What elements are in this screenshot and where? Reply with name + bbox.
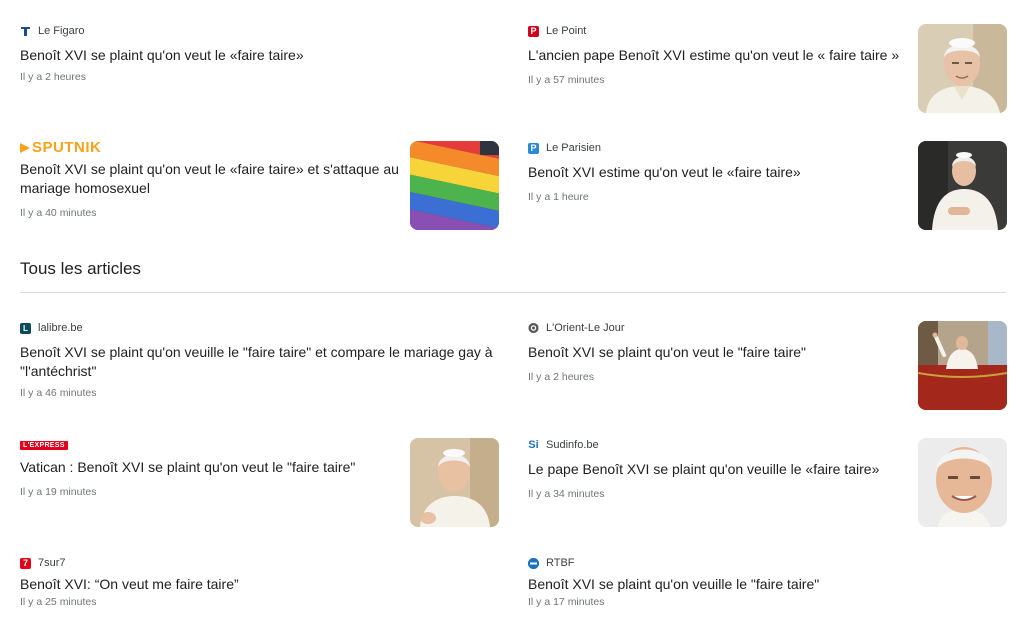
headline-link[interactable]: Benoît XVI se plaint qu'on veut le «fair… — [20, 160, 400, 198]
source-row: L lalibre.be — [20, 321, 500, 335]
source-row: Si Sudinfo.be — [528, 438, 908, 452]
headline-link[interactable]: Benoît XVI estime qu'on veut le «faire t… — [528, 163, 908, 182]
lalibre-logo-icon: L — [20, 322, 31, 334]
timestamp: Il y a 57 minutes — [528, 74, 605, 86]
headline-link[interactable]: Le pape Benoît XVI se plaint qu'on veuil… — [528, 460, 908, 479]
article-lalibre[interactable]: L lalibre.be Benoît XVI se plaint qu'on … — [20, 321, 500, 399]
headline-link[interactable]: Benoît XVI se plaint qu'on veuille le "f… — [20, 343, 500, 381]
timestamp: Il y a 25 minutes — [20, 596, 97, 608]
source-name: Le Figaro — [38, 25, 85, 37]
timestamp: Il y a 19 minutes — [20, 486, 97, 498]
source-name: Sudinfo.be — [546, 439, 599, 451]
article-sputnik[interactable]: SPUTNIK Benoît XVI se plaint qu'on veut … — [20, 139, 400, 219]
source-name: RTBF — [546, 557, 575, 569]
article-rtbf[interactable]: RTBF Benoît XVI se plaint qu'on veuille … — [528, 556, 1008, 608]
source-name: 7sur7 — [38, 557, 66, 569]
source-name: SPUTNIK — [32, 139, 102, 156]
source-name: L'Orient-Le Jour — [546, 322, 625, 334]
rainbow-flag-thumbnail[interactable] — [410, 141, 499, 230]
source-row: L'Orient-Le Jour — [528, 321, 908, 335]
source-row: Le Figaro — [20, 24, 490, 38]
headline-link[interactable]: L'ancien pape Benoît XVI estime qu'on ve… — [528, 46, 908, 65]
source-row: 7 7sur7 — [20, 556, 500, 570]
section-title: Tous les articles — [20, 259, 141, 278]
timestamp: Il y a 40 minutes — [20, 207, 97, 219]
pope-portrait-thumbnail[interactable] — [918, 24, 1007, 113]
article-lepoint[interactable]: P Le Point L'ancien pape Benoît XVI esti… — [528, 24, 908, 86]
pope-seated-thumbnail[interactable] — [918, 141, 1007, 230]
timestamp: Il y a 1 heure — [528, 191, 589, 203]
sputnik-arrow-icon — [20, 142, 30, 153]
timestamp: Il y a 2 heures — [20, 71, 86, 83]
7sur7-logo-icon: 7 — [20, 557, 31, 569]
source-row: P Le Parisien — [528, 141, 908, 155]
rtbf-logo-icon — [528, 557, 539, 569]
headline-link[interactable]: Vatican : Benoît XVI se plaint qu'on veu… — [20, 458, 400, 477]
headline-link[interactable]: Benoît XVI: “On veut me faire taire” — [20, 575, 500, 594]
pope-waving-thumbnail[interactable] — [410, 438, 499, 527]
timestamp: Il y a 2 heures — [528, 371, 594, 383]
timestamp: Il y a 34 minutes — [528, 488, 605, 500]
article-leparisien[interactable]: P Le Parisien Benoît XVI estime qu'on ve… — [528, 141, 908, 203]
headline-link[interactable]: Benoît XVI se plaint qu'on veuille le "f… — [528, 575, 1008, 594]
lexpress-logo-icon: L'EXPRESS — [20, 440, 68, 450]
sputnik-logo-icon: SPUTNIK — [20, 139, 400, 156]
source-name: lalibre.be — [38, 322, 83, 334]
figaro-logo-icon — [20, 26, 31, 37]
source-row: RTBF — [528, 556, 1008, 570]
article-7sur7[interactable]: 7 7sur7 Benoît XVI: “On veut me faire ta… — [20, 556, 500, 608]
article-sudinfo[interactable]: Si Sudinfo.be Le pape Benoît XVI se plai… — [528, 438, 908, 500]
headline-link[interactable]: Benoît XVI se plaint qu'on veut le «fair… — [20, 46, 490, 65]
section-divider — [20, 292, 1006, 293]
article-figaro[interactable]: Le Figaro Benoît XVI se plaint qu'on veu… — [20, 24, 490, 83]
source-row: L'EXPRESS — [20, 438, 400, 452]
lepoint-logo-icon: P — [528, 25, 539, 37]
pope-balcony-thumbnail[interactable] — [918, 321, 1007, 410]
timestamp: Il y a 17 minutes — [528, 596, 605, 608]
sudinfo-logo-icon: Si — [528, 439, 539, 451]
source-name: Le Point — [546, 25, 587, 37]
article-lexpress[interactable]: L'EXPRESS Vatican : Benoît XVI se plaint… — [20, 438, 400, 498]
leparisien-logo-icon: P — [528, 142, 539, 154]
article-lorient[interactable]: L'Orient-Le Jour Benoît XVI se plaint qu… — [528, 321, 908, 383]
timestamp: Il y a 46 minutes — [20, 387, 97, 399]
pope-smiling-thumbnail[interactable] — [918, 438, 1007, 527]
headline-link[interactable]: Benoît XVI se plaint qu'on veut le "fair… — [528, 343, 908, 362]
source-row: P Le Point — [528, 24, 908, 38]
lorient-logo-icon — [528, 322, 539, 334]
source-name: Le Parisien — [546, 142, 602, 154]
